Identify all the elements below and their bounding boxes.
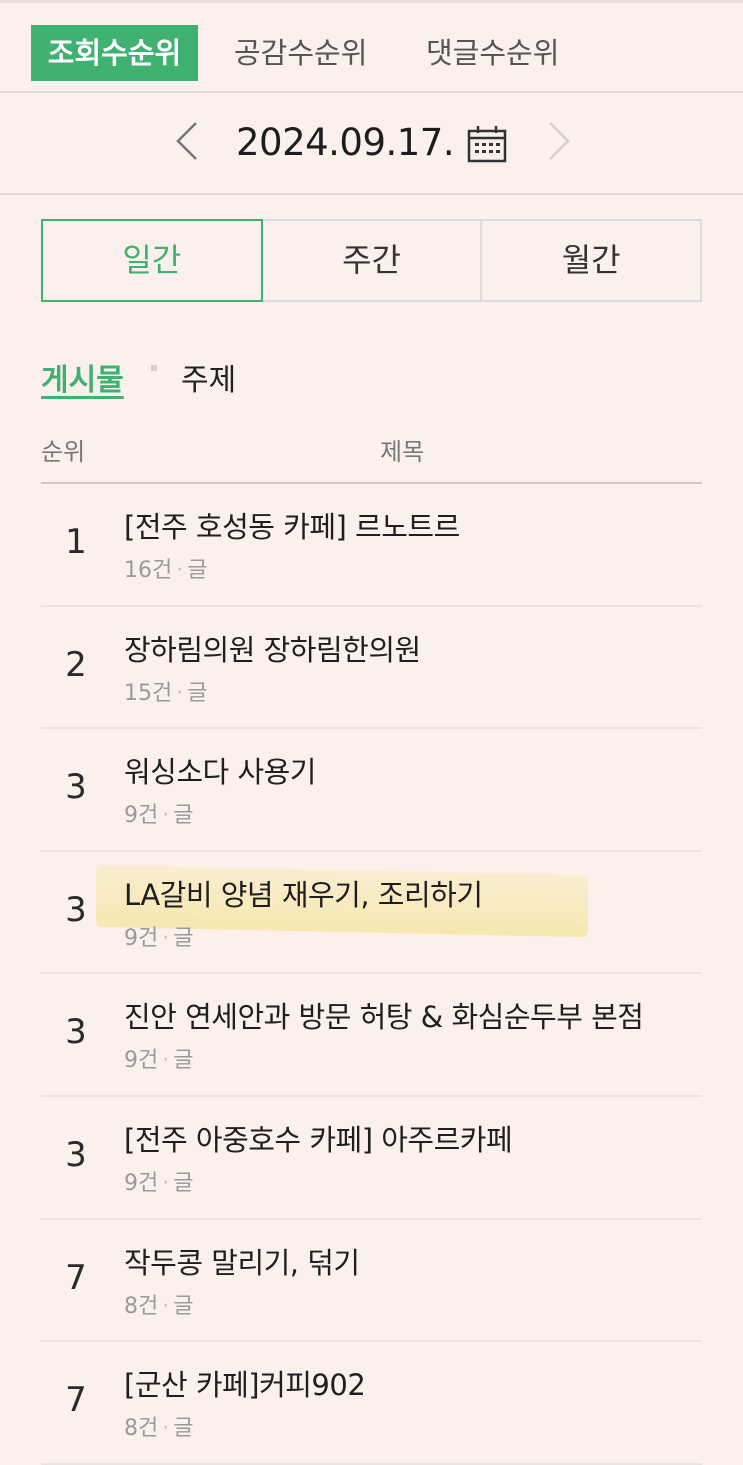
rank-number: 3 (65, 1134, 87, 1175)
post-meta: 9건 · 글 (124, 925, 194, 951)
tab-daily[interactable]: 일간 (41, 219, 263, 302)
date-navigator: 2024.09.17. (0, 93, 743, 195)
list-item[interactable]: 2 장하림의원 장하림한의원 15건 · 글 (41, 607, 702, 730)
list-item[interactable]: 7 작두콩 말리기, 덖기 8건 · 글 (41, 1220, 702, 1343)
list-item[interactable]: 7 [군산 카페]커피902 8건 · 글 (41, 1342, 702, 1465)
tab-views-ranking[interactable]: 조회수순위 (31, 25, 198, 81)
post-title[interactable]: LA갈비 양념 재우기, 조리하기 (124, 872, 483, 914)
tab-posts[interactable]: 게시물 (41, 355, 124, 399)
ranking-list: 1 [전주 호성동 카페] 르노트르 16건 · 글 2 장하림의원 장하림한의원 … (41, 484, 702, 1465)
rank-number: 7 (65, 1257, 87, 1298)
post-meta: 8건 · 글 (124, 1416, 194, 1442)
post-title[interactable]: 워싱소다 사용기 (124, 749, 316, 791)
post-title[interactable]: 작두콩 말리기, 덖기 (124, 1240, 360, 1282)
post-title[interactable]: 장하림의원 장하림한의원 (124, 627, 421, 669)
list-item[interactable]: 3 LA갈비 양념 재우기, 조리하기 9건 · 글 (41, 852, 702, 975)
post-meta: 8건 · 글 (124, 1293, 194, 1319)
post-meta: 9건 · 글 (124, 803, 194, 829)
post-meta: 16건 · 글 (124, 558, 208, 583)
chevron-right-icon[interactable] (540, 119, 580, 163)
post-meta: 9건 · 글 (124, 1170, 194, 1196)
list-item[interactable]: 1 [전주 호성동 카페] 르노트르 16건 · 글 (41, 484, 702, 607)
period-tabs: 일간 주간 월간 (41, 219, 703, 302)
rank-number: 1 (65, 522, 87, 562)
rank-number: 3 (65, 767, 87, 808)
list-item[interactable]: 3 진안 연세안과 방문 허탕 & 화심순두부 본점 9건 · 글 (41, 974, 702, 1097)
post-title[interactable]: 진안 연세안과 방문 허탕 & 화심순두부 본점 (124, 994, 644, 1036)
list-item[interactable]: 3 워싱소다 사용기 9건 · 글 (41, 729, 702, 852)
tab-monthly[interactable]: 월간 (482, 219, 703, 302)
tab-topics[interactable]: 주제 (181, 355, 236, 399)
list-item[interactable]: 3 [전주 아중호수 카페] 아주르카페 9건 · 글 (41, 1097, 702, 1220)
chevron-left-icon[interactable] (168, 119, 208, 163)
post-meta: 15건 · 글 (124, 680, 208, 706)
table-header: 순위 제목 (41, 430, 702, 484)
ranking-type-tabs: 조회수순위 공감수순위 댓글수순위 (0, 0, 743, 93)
post-title[interactable]: [군산 카페]커피902 (124, 1362, 366, 1404)
rank-number: 3 (65, 1012, 87, 1053)
rank-column-header: 순위 (41, 438, 86, 466)
post-meta: 9건 · 글 (124, 1048, 194, 1074)
title-column-header: 제목 (380, 438, 425, 466)
tab-likes-ranking[interactable]: 공감수순위 (234, 25, 367, 81)
rank-number: 7 (65, 1380, 87, 1421)
calendar-icon[interactable] (467, 125, 507, 163)
post-title[interactable]: [전주 아중호수 카페] 아주르카페 (124, 1117, 513, 1159)
post-title[interactable]: [전주 호성동 카페] 르노트르 (124, 504, 460, 546)
separator-dot (151, 365, 157, 371)
tab-weekly[interactable]: 주간 (262, 219, 483, 302)
rank-number: 2 (65, 644, 87, 685)
rank-number: 3 (65, 889, 87, 930)
selected-date: 2024.09.17. (236, 121, 455, 164)
tab-comments-ranking[interactable]: 댓글수순위 (426, 25, 559, 81)
